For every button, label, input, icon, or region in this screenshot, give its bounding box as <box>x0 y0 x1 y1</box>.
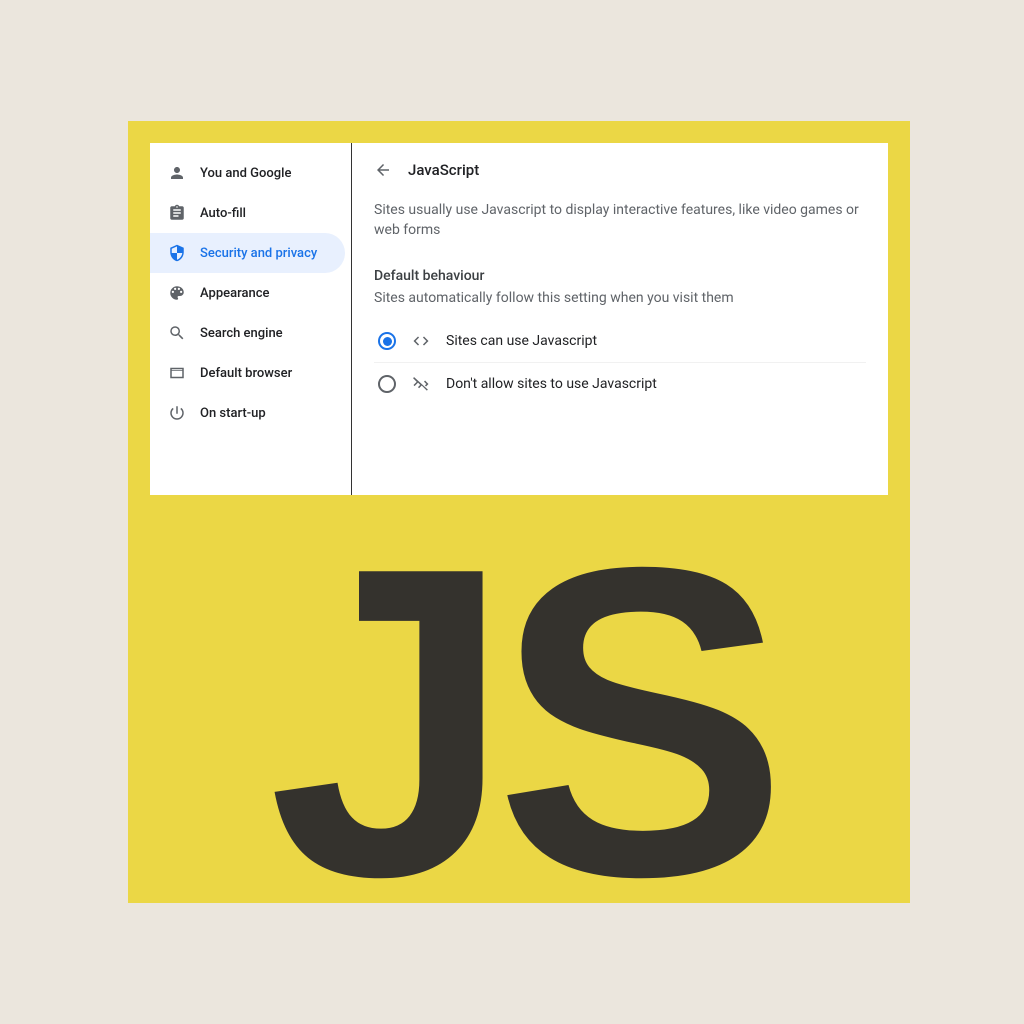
section-subtitle: Sites automatically follow this setting … <box>374 290 866 306</box>
radio-unchecked-icon <box>378 375 396 393</box>
radio-checked-icon <box>378 332 396 350</box>
settings-panel: You and Google Auto-fill Security and pr… <box>150 143 888 495</box>
settings-sidebar: You and Google Auto-fill Security and pr… <box>150 143 352 495</box>
person-icon <box>168 164 186 182</box>
sidebar-item-label: You and Google <box>200 166 291 181</box>
code-icon <box>412 332 430 350</box>
sidebar-item-label: Appearance <box>200 286 269 301</box>
code-off-icon <box>412 375 430 393</box>
sidebar-item-appearance[interactable]: Appearance <box>150 273 345 313</box>
sidebar-item-you-and-google[interactable]: You and Google <box>150 153 345 193</box>
page-title: JavaScript <box>408 161 479 179</box>
sidebar-item-default-browser[interactable]: Default browser <box>150 353 345 393</box>
js-logo-text: JS <box>128 503 910 943</box>
section-title: Default behaviour <box>374 268 866 284</box>
clipboard-icon <box>168 204 186 222</box>
option-label: Don't allow sites to use Javascript <box>446 376 657 392</box>
sidebar-item-label: Security and privacy <box>200 246 317 261</box>
browser-icon <box>168 364 186 382</box>
shield-icon <box>168 244 186 262</box>
main-header: JavaScript <box>374 161 866 179</box>
settings-main: JavaScript Sites usually use Javascript … <box>352 143 888 495</box>
sidebar-item-label: Default browser <box>200 366 292 381</box>
page-description: Sites usually use Javascript to display … <box>374 201 866 240</box>
palette-icon <box>168 284 186 302</box>
sidebar-item-label: Search engine <box>200 326 283 341</box>
sidebar-item-label: Auto-fill <box>200 206 246 221</box>
sidebar-item-autofill[interactable]: Auto-fill <box>150 193 345 233</box>
back-arrow-icon[interactable] <box>374 161 392 179</box>
option-label: Sites can use Javascript <box>446 333 597 349</box>
sidebar-item-on-startup[interactable]: On start-up <box>150 393 345 433</box>
sidebar-item-security[interactable]: Security and privacy <box>150 233 345 273</box>
search-icon <box>168 324 186 342</box>
sidebar-item-label: On start-up <box>200 406 266 421</box>
power-icon <box>168 404 186 422</box>
option-allow-js[interactable]: Sites can use Javascript <box>374 320 866 363</box>
option-block-js[interactable]: Don't allow sites to use Javascript <box>374 363 866 405</box>
sidebar-item-search-engine[interactable]: Search engine <box>150 313 345 353</box>
js-yellow-card: You and Google Auto-fill Security and pr… <box>128 121 910 903</box>
